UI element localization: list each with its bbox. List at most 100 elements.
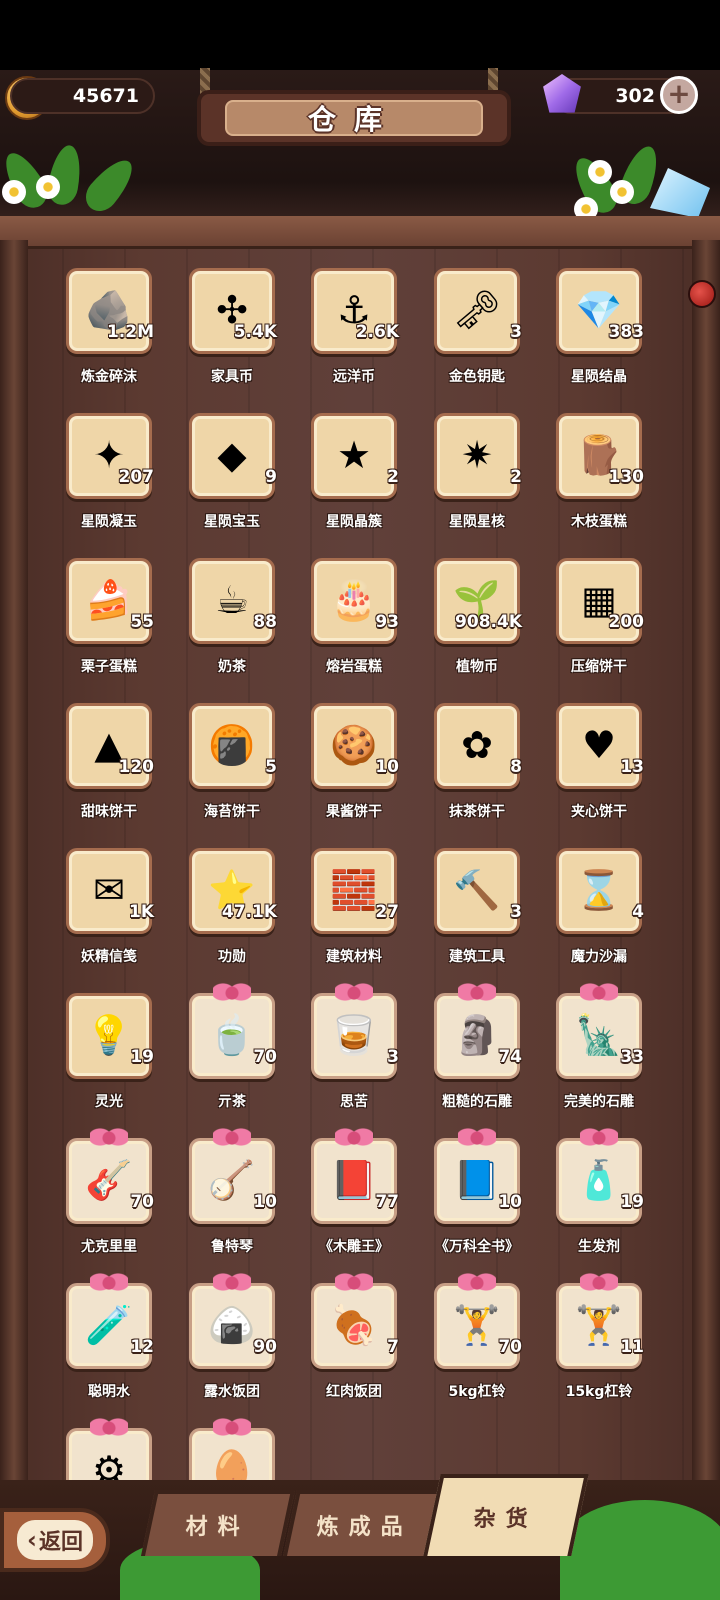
item-count: 12: [130, 1337, 154, 1357]
item-name: 家具币: [211, 369, 253, 385]
ribbon-bow-icon: [90, 1416, 128, 1438]
inventory-item[interactable]: 🍙 90 露水饭团: [171, 1271, 293, 1413]
tab-crafted[interactable]: 炼成品: [282, 1490, 448, 1556]
chestnut-cake-icon: 🍰: [85, 578, 133, 622]
blue-book-icon: 📘: [453, 1158, 501, 1202]
item-count: 77: [375, 1192, 399, 1212]
item-name: 木枝蛋糕: [571, 514, 627, 530]
inventory-item[interactable]: 🧱 27 建筑材料: [293, 840, 415, 978]
ribbon-bow-icon: [213, 1416, 251, 1438]
inventory-item[interactable]: 💡 19 灵光: [48, 985, 170, 1123]
inventory-item[interactable]: ✷ 2 星陨星核: [416, 405, 538, 543]
item-name: 金色钥匙: [449, 369, 505, 385]
inventory-item[interactable]: ✦ 207 星陨凝玉: [48, 405, 170, 543]
inventory-item[interactable]: 🍵 70 亓茶: [171, 981, 293, 1123]
inventory-item[interactable]: 🏋 70 5kg杠铃: [416, 1271, 538, 1413]
item-name: 星陨星核: [449, 514, 505, 530]
tab-sundries[interactable]: 杂货: [423, 1474, 589, 1556]
item-name: 15kg杠铃: [565, 1384, 633, 1400]
board-top-beam: [0, 216, 720, 246]
item-count: 908.4K: [455, 612, 522, 632]
tab-label: 材料: [185, 1515, 250, 1540]
inventory-item[interactable]: 💎 383 星陨结晶: [538, 260, 660, 398]
back-button[interactable]: ‹ 返回: [0, 1508, 110, 1572]
lava-cake-icon: 🎂: [330, 578, 378, 622]
ribbon-bow-icon: [580, 1126, 618, 1148]
ribbon-bow-icon: [335, 1126, 373, 1148]
inventory-item[interactable]: 🪵 130 木枝蛋糕: [538, 405, 660, 543]
lightbulb-icon: 💡: [85, 1013, 133, 1057]
item-count: 120: [118, 757, 155, 777]
item-count: 90: [253, 1337, 277, 1357]
inventory-item[interactable]: ◆ 9 星陨宝玉: [171, 405, 293, 543]
item-name: 星陨宝玉: [204, 514, 260, 530]
item-name: 炼金碎沫: [81, 369, 137, 385]
inventory-item[interactable]: 🍪 10 果酱饼干: [293, 695, 415, 833]
star-core-icon: ✷: [461, 433, 493, 477]
item-name: 妖精信笺: [81, 949, 137, 965]
item-name: 奶茶: [218, 659, 246, 675]
item-name: 远洋币: [333, 369, 375, 385]
inventory-item[interactable]: 🥃 3 思苦: [293, 981, 415, 1123]
inventory-item[interactable]: 📕 77 《木雕王》: [293, 1126, 415, 1268]
inventory-item[interactable]: ✣ 5.4K 家具币: [171, 260, 293, 398]
item-count: 2: [387, 467, 399, 487]
meat-rice-ball-icon: 🍖: [330, 1303, 378, 1347]
item-name: 灵光: [95, 1094, 123, 1110]
fairy-letter-icon: ✉: [93, 868, 125, 912]
item-count: 3: [387, 1047, 399, 1067]
item-count: 7: [387, 1337, 399, 1357]
item-count: 2.6K: [355, 322, 399, 342]
gold-amount: 45671: [72, 85, 139, 107]
inventory-item[interactable]: 🗽 33 完美的石雕: [538, 981, 660, 1123]
inventory-item[interactable]: 🪨 1.2M 炼金碎沫: [48, 260, 170, 398]
ribbon-bow-icon: [213, 1271, 251, 1293]
inventory-item[interactable]: 📘 10 《万科全书》: [416, 1126, 538, 1268]
inventory-item[interactable]: ✿ 8 抹茶饼干: [416, 695, 538, 833]
ribbon-bow-icon: [458, 981, 496, 1003]
decor-leaves-left: [0, 142, 160, 225]
inventory-item[interactable]: 🪕 10 鲁特琴: [171, 1126, 293, 1268]
inventory-item[interactable]: 🧪 12 聪明水: [48, 1271, 170, 1413]
add-gem-button[interactable]: +: [660, 76, 698, 114]
inventory-item[interactable]: ☕ 88 奶茶: [171, 550, 293, 688]
item-count: 19: [130, 1047, 154, 1067]
inventory-item[interactable]: ⭐ 47.1K 功勋: [171, 840, 293, 978]
ladybug-icon: [688, 280, 716, 308]
inventory-item[interactable]: 🔨 3 建筑工具: [416, 840, 538, 978]
tab-materials[interactable]: 材料: [140, 1490, 296, 1556]
inventory-item[interactable]: ▦ 200 压缩饼干: [538, 550, 660, 688]
ribbon-bow-icon: [90, 1271, 128, 1293]
item-count: 70: [253, 1047, 277, 1067]
inventory-item[interactable]: 🍰 55 栗子蛋糕: [48, 550, 170, 688]
item-name: 熔岩蛋糕: [326, 659, 382, 675]
item-count: 2: [510, 467, 522, 487]
item-name: 植物币: [456, 659, 498, 675]
inventory-item[interactable]: ★ 2 星陨晶簇: [293, 405, 415, 543]
inventory-item[interactable]: 🗿 74 粗糙的石雕: [416, 981, 538, 1123]
item-name: 甜味饼干: [81, 804, 137, 820]
status-bar-area: [0, 0, 720, 70]
item-count: 200: [608, 612, 645, 632]
cup-icon: 🥃: [330, 1013, 378, 1057]
inventory-item[interactable]: 🧴 19 生发剂: [538, 1126, 660, 1268]
item-count: 1.2M: [106, 322, 154, 342]
inventory-item[interactable]: 🍖 7 红肉饭团: [293, 1271, 415, 1413]
inventory-item[interactable]: ✉ 1K 妖精信笺: [48, 840, 170, 978]
gem-icon: ◆: [217, 433, 247, 477]
item-name: 红肉饭团: [326, 1384, 382, 1400]
inventory-item[interactable]: ▲ 120 甜味饼干: [48, 695, 170, 833]
red-book-icon: 📕: [330, 1158, 378, 1202]
inventory-item[interactable]: 🗝 3 金色钥匙: [416, 260, 538, 398]
inventory-item[interactable]: 🍘 5 海苔饼干: [171, 695, 293, 833]
item-count: 9: [265, 467, 277, 487]
inventory-item[interactable]: ⌛ 4 魔力沙漏: [538, 840, 660, 978]
inventory-item[interactable]: 🎂 93 熔岩蛋糕: [293, 550, 415, 688]
inventory-item[interactable]: ♥ 13 夹心饼干: [538, 695, 660, 833]
item-name: 建筑工具: [449, 949, 505, 965]
inventory-item[interactable]: ⚓ 2.6K 远洋币: [293, 260, 415, 398]
inventory-item[interactable]: 🎸 70 尤克里里: [48, 1126, 170, 1268]
inventory-item[interactable]: 🌱 908.4K 植物币: [416, 550, 538, 688]
inventory-item[interactable]: 🏋 11 15kg杠铃: [538, 1271, 660, 1413]
item-count: 19: [620, 1192, 644, 1212]
